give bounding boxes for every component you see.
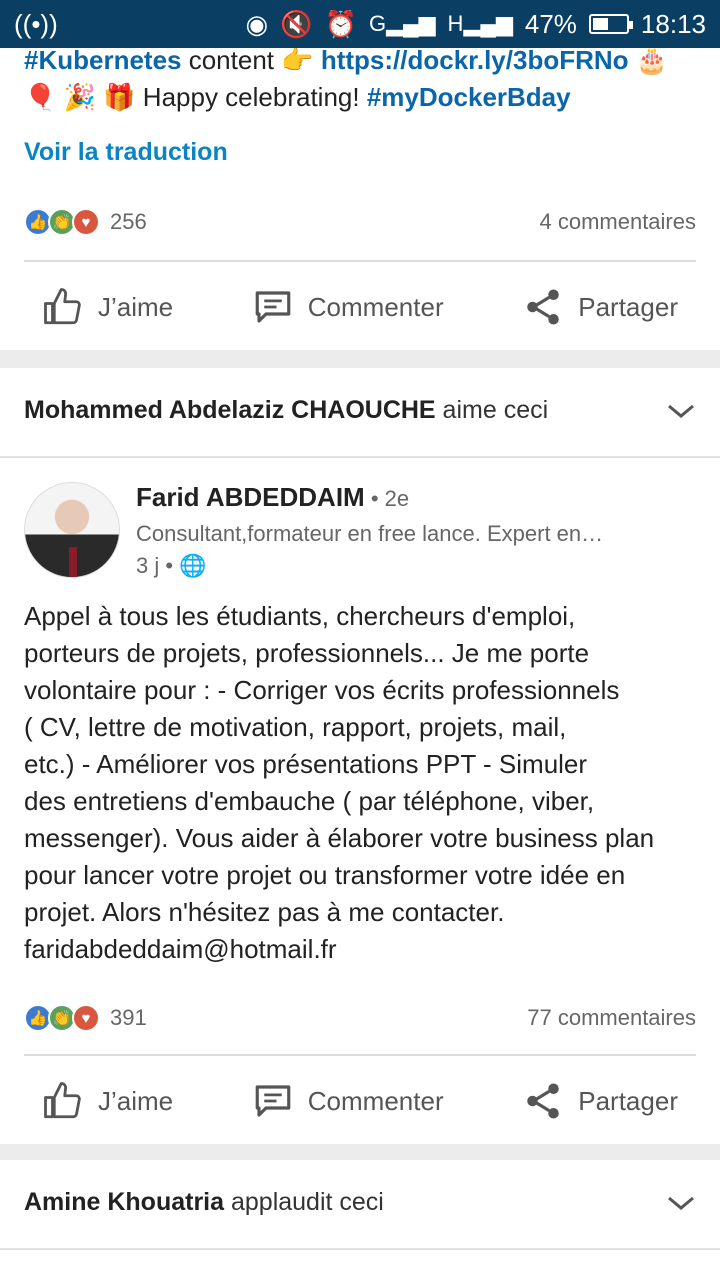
activity-actor[interactable]: Mohammed Abdelaziz CHAOUCHE <box>24 396 436 424</box>
share-button[interactable]: Partager <box>522 1080 678 1122</box>
thumbs-up-icon <box>44 288 81 325</box>
url-link[interactable]: https://dockr.ly/3boFRNo <box>321 45 629 75</box>
thumbs-up-icon <box>44 1082 81 1119</box>
share-icon <box>527 1083 559 1119</box>
hotspot-icon: ((•)) <box>14 8 58 39</box>
reaction-icons[interactable]: 👍 👏 ♥ <box>24 208 100 236</box>
post-card-2: Mohammed Abdelaziz CHAOUCHE aime ceci Fa… <box>0 368 720 1144</box>
point-right-emoji: 👉 <box>281 45 314 75</box>
email-link[interactable]: faridabdeddaim@hotmail.fr <box>24 931 696 968</box>
cake-emoji: 🎂 <box>635 45 669 75</box>
post-card-1: #Kubernetes content 👉 https://dockr.ly/3… <box>0 45 720 352</box>
activity-header: Amine Khouatria applaudit ceci <box>24 1188 696 1217</box>
avatar[interactable] <box>24 482 120 578</box>
divider <box>0 456 720 458</box>
reaction-icons[interactable]: 👍 👏 ♥ <box>24 1004 100 1032</box>
signal-2-icon: H▂▄▆ <box>447 11 513 36</box>
hashtag-link[interactable]: #myDockerBday <box>367 82 571 112</box>
hashtag-link[interactable]: #Kubernetes <box>24 45 182 75</box>
comment-button[interactable]: Commenter <box>252 286 444 328</box>
battery-percent: 47% <box>524 8 577 39</box>
reaction-count[interactable]: 256 <box>110 209 147 235</box>
comments-count[interactable]: 4 commentaires <box>539 209 696 235</box>
chevron-down-icon[interactable] <box>666 401 696 421</box>
action-bar: J’aime Commenter Partager <box>0 1056 720 1146</box>
author-name[interactable]: Farid ABDEDDAIM <box>136 482 365 512</box>
globe-icon: 🌐 <box>179 553 207 578</box>
comment-icon <box>255 291 291 323</box>
social-counts: 👍 👏 ♥ 391 77 commentaires <box>24 1004 696 1032</box>
divider <box>0 1248 720 1250</box>
like-button[interactable]: J’aime <box>42 1080 173 1122</box>
like-button[interactable]: J’aime <box>42 286 173 328</box>
author-row[interactable]: Farid ABDEDDAIM • 2e Consultant,formateu… <box>24 482 646 579</box>
wifi-icon: ◉ <box>245 8 269 39</box>
post-meta: 3 j • 🌐 <box>136 553 646 579</box>
share-icon <box>527 289 559 325</box>
post-age: 3 j • <box>136 553 174 578</box>
love-reaction-icon: ♥ <box>72 1004 100 1032</box>
comments-count[interactable]: 77 commentaires <box>527 1005 696 1031</box>
author-headline: Consultant,formateur en free lance. Expe… <box>136 521 604 546</box>
activity-header: Mohammed Abdelaziz CHAOUCHE aime ceci <box>24 396 696 425</box>
clock: 18:13 <box>640 8 706 39</box>
reaction-count[interactable]: 391 <box>110 1005 147 1031</box>
celebration-emojis: 🎈 🎉 🎁 <box>24 82 136 112</box>
post-body: Appel à tous les étudiants, chercheurs d… <box>0 598 720 968</box>
connection-degree: • 2e <box>364 486 410 511</box>
post-text: #Kubernetes content 👉 https://dockr.ly/3… <box>24 45 669 112</box>
share-button[interactable]: Partager <box>522 286 678 328</box>
battery-icon <box>588 14 633 34</box>
chevron-down-icon[interactable] <box>666 1193 696 1213</box>
status-bar: ((•)) ◉ 🔇 ⏰ G▂▄▆ H▂▄▆ 47% 18:13 <box>0 0 720 48</box>
see-translation-link[interactable]: Voir la traduction <box>24 138 228 167</box>
comment-icon <box>255 1085 291 1117</box>
alarm-icon: ⏰ <box>324 8 357 39</box>
love-reaction-icon: ♥ <box>72 208 100 236</box>
signal-1-icon: G▂▄▆ <box>368 11 436 36</box>
activity-actor[interactable]: Amine Khouatria <box>24 1188 224 1216</box>
mute-icon: 🔇 <box>280 8 313 39</box>
post-card-3: Amine Khouatria applaudit ceci <box>0 1160 720 1280</box>
social-counts: 👍 👏 ♥ 256 4 commentaires <box>24 208 696 236</box>
comment-button[interactable]: Commenter <box>252 1080 444 1122</box>
action-bar: J’aime Commenter Partager <box>0 262 720 352</box>
